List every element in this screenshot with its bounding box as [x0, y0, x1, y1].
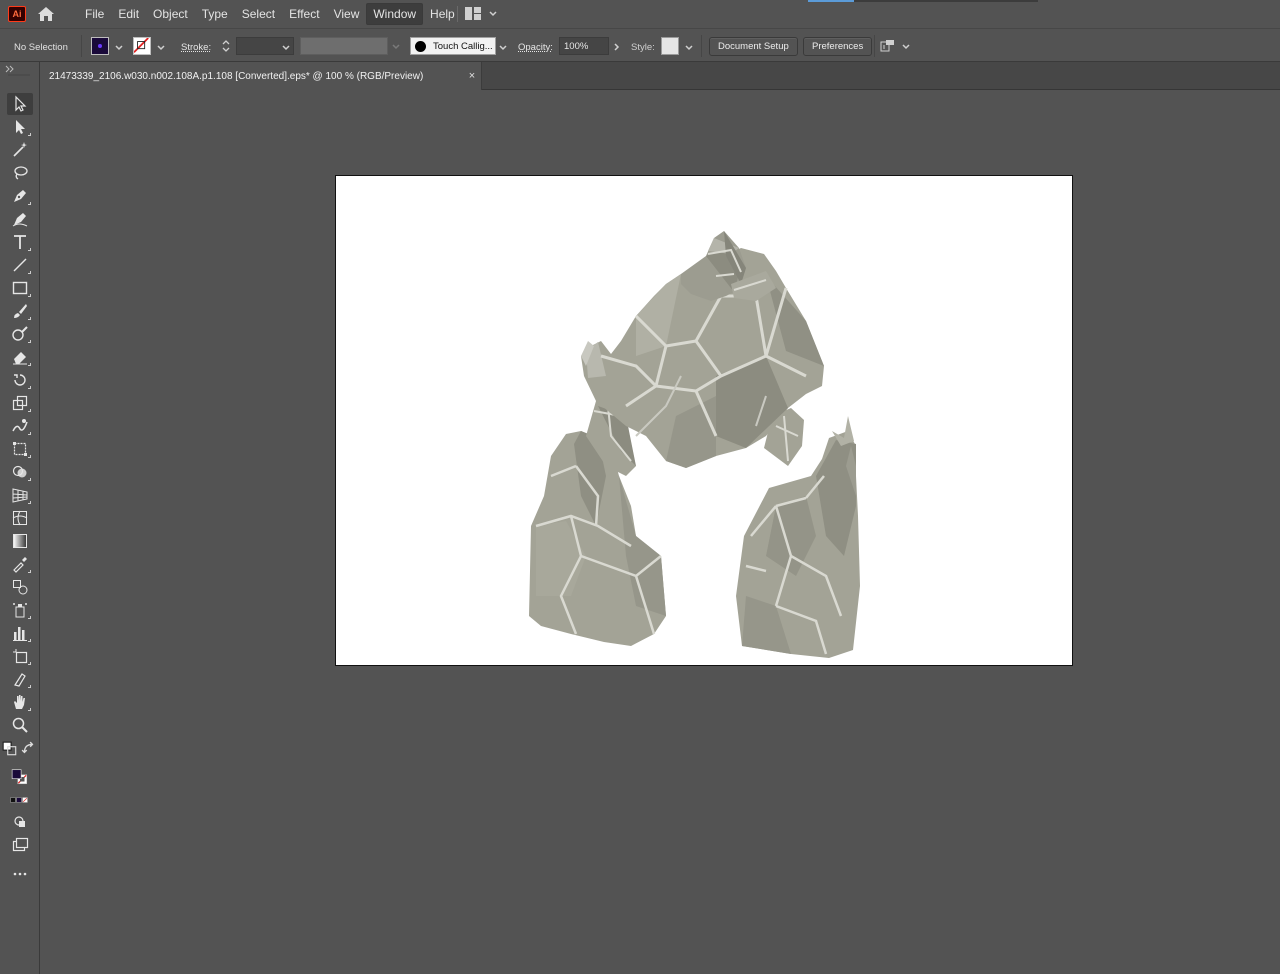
app-logo: Ai — [8, 6, 26, 22]
eyedropper-tool-icon[interactable] — [7, 553, 33, 575]
chevron-down-icon[interactable] — [488, 8, 498, 18]
stroke-label[interactable]: Stroke: — [181, 42, 211, 53]
perspective-grid-tool-icon[interactable] — [7, 484, 33, 506]
pen-tool-icon[interactable] — [7, 185, 33, 207]
divider — [81, 35, 82, 57]
menu-bar: Ai File Edit Object Type Select Effect V… — [0, 0, 1280, 28]
zoom-tool-icon[interactable] — [7, 714, 33, 736]
rectangle-tool-icon[interactable] — [7, 277, 33, 299]
stone-golem-artwork[interactable] — [336, 176, 1072, 665]
more-tools-icon[interactable] — [7, 863, 33, 885]
scale-tool-icon[interactable] — [7, 392, 33, 414]
paintbrush-tool-icon[interactable] — [7, 300, 33, 322]
lasso-tool-icon[interactable] — [7, 162, 33, 184]
eraser-tool-icon[interactable] — [7, 346, 33, 368]
opacity-label[interactable]: Opacity: — [518, 42, 553, 53]
variable-width-profile[interactable] — [300, 37, 388, 55]
menu-effect[interactable]: Effect — [282, 3, 326, 25]
menu-edit[interactable]: Edit — [111, 3, 146, 25]
curvature-tool-icon[interactable] — [7, 208, 33, 230]
tools-panel — [0, 62, 40, 974]
title-strip — [854, 0, 1038, 2]
selection-status: No Selection — [14, 42, 68, 53]
artboard[interactable] — [335, 175, 1073, 666]
menu-window[interactable]: Window — [366, 3, 424, 25]
rotate-tool-icon[interactable] — [7, 369, 33, 391]
type-tool-icon[interactable] — [7, 231, 33, 253]
document-tab-bar: 21473339_2106.w030.n002.108A.p1.108 [Con… — [40, 62, 1280, 90]
brush-definition[interactable]: Touch Callig... — [410, 37, 496, 55]
fill-stroke-widget[interactable] — [4, 763, 36, 791]
document-tab[interactable]: 21473339_2106.w030.n002.108A.p1.108 [Con… — [40, 62, 482, 90]
menu-file[interactable]: File — [78, 3, 111, 25]
column-graph-tool-icon[interactable] — [7, 622, 33, 644]
menu-divider — [457, 6, 458, 22]
preferences-button[interactable]: Preferences — [803, 37, 873, 56]
divider — [701, 35, 702, 57]
home-icon[interactable] — [37, 5, 55, 23]
blend-tool-icon[interactable] — [7, 576, 33, 598]
document-tab-title: 21473339_2106.w030.n002.108A.p1.108 [Con… — [49, 70, 424, 82]
shape-builder-tool-icon[interactable] — [7, 461, 33, 483]
chevron-down-icon[interactable] — [498, 42, 508, 52]
hand-tool-icon[interactable] — [7, 691, 33, 713]
accent-line — [808, 0, 854, 2]
graphic-style-swatch[interactable] — [661, 37, 679, 55]
workspace-switcher-icon[interactable] — [465, 7, 481, 20]
golem-left-leg — [529, 431, 666, 646]
screen-mode-icon[interactable] — [7, 834, 33, 856]
menu-view[interactable]: View — [327, 3, 367, 25]
line-segment-tool-icon[interactable] — [7, 254, 33, 276]
chevron-down-icon[interactable] — [901, 41, 911, 51]
divider — [874, 35, 875, 57]
opacity-field[interactable]: 100% — [559, 37, 609, 55]
artboard-tool-icon[interactable] — [7, 645, 33, 667]
canvas-area[interactable] — [40, 90, 1280, 974]
magic-wand-tool-icon[interactable] — [7, 139, 33, 161]
panel-collapse-icon[interactable] — [0, 62, 40, 76]
warp-tool-icon[interactable] — [7, 415, 33, 437]
close-icon[interactable]: × — [466, 70, 478, 82]
symbol-sprayer-tool-icon[interactable] — [7, 599, 33, 621]
stroke-weight-stepper[interactable] — [220, 38, 232, 54]
color-mode-icons[interactable] — [4, 793, 34, 807]
swap-fill-stroke-icon[interactable] — [21, 741, 37, 757]
free-transform-tool-icon[interactable] — [7, 438, 33, 460]
direct-selection-tool-icon[interactable] — [7, 116, 33, 138]
control-bar: No Selection Stroke: Touch Callig... Opa… — [0, 28, 1280, 62]
chevron-right-icon[interactable] — [612, 41, 622, 51]
chevron-down-icon[interactable] — [391, 41, 401, 51]
mesh-tool-icon[interactable] — [7, 507, 33, 529]
arrange-documents-icon[interactable] — [880, 39, 896, 53]
chevron-down-icon[interactable] — [281, 42, 291, 52]
style-label: Style: — [631, 42, 655, 53]
menu-select[interactable]: Select — [235, 3, 282, 25]
fill-swatch[interactable] — [91, 37, 109, 55]
chevron-down-icon[interactable] — [156, 42, 166, 52]
gradient-tool-icon[interactable] — [7, 530, 33, 552]
stroke-swatch[interactable] — [133, 37, 151, 55]
selection-tool-icon[interactable] — [7, 93, 33, 115]
brush-dot-icon — [415, 40, 426, 52]
chevron-down-icon[interactable] — [684, 42, 694, 52]
drawing-modes-icon[interactable] — [7, 811, 33, 833]
menu-help[interactable]: Help — [423, 3, 462, 25]
chevron-down-icon[interactable] — [114, 42, 124, 52]
brush-name: Touch Callig... — [433, 40, 493, 52]
menu-object[interactable]: Object — [146, 3, 195, 25]
slice-tool-icon[interactable] — [7, 668, 33, 690]
golem-right-leg — [736, 416, 860, 658]
default-fill-stroke-icon[interactable] — [2, 741, 18, 757]
menu-type[interactable]: Type — [195, 3, 235, 25]
document-setup-button[interactable]: Document Setup — [709, 37, 798, 56]
menu-items: File Edit Object Type Select Effect View… — [78, 0, 462, 28]
shaper-tool-icon[interactable] — [7, 323, 33, 345]
